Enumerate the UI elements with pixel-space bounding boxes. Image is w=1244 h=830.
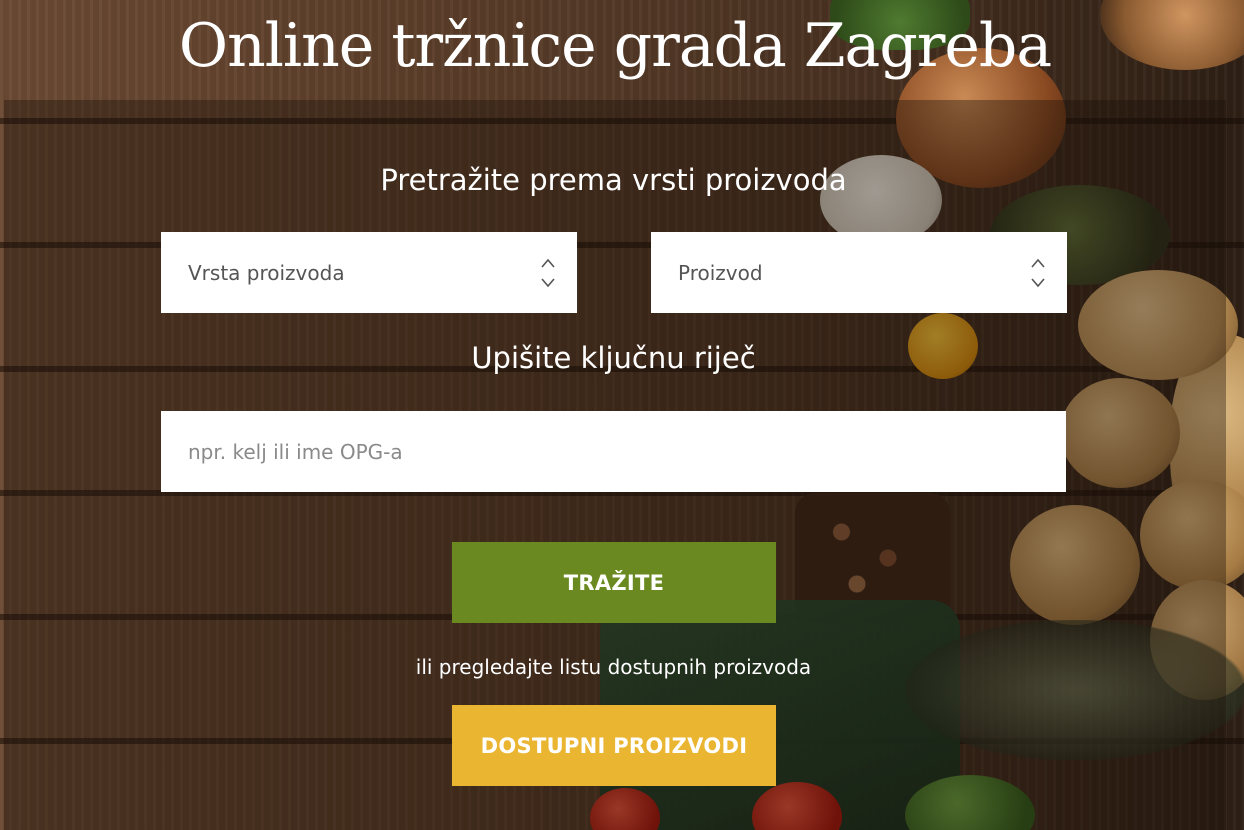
search-by-type-heading: Pretražite prema vrsti proizvoda [380,163,847,197]
updown-chevron-icon [541,258,555,288]
keyword-search-input[interactable] [161,411,1066,492]
browse-list-text: ili pregledajte listu dostupnih proizvod… [415,655,812,679]
product-type-select[interactable]: Vrsta proizvoda [161,232,577,313]
page-title: Online tržnice grada Zagreba [178,11,1052,81]
product-select[interactable]: Proizvod [651,232,1067,313]
product-select-value: Proizvod [678,260,763,285]
updown-chevron-icon [1031,258,1045,288]
available-products-button[interactable]: DOSTUPNI PROIZVODI [452,705,776,786]
search-button[interactable]: TRAŽITE [452,542,776,623]
product-type-select-value: Vrsta proizvoda [188,260,345,285]
keyword-heading: Upišite ključnu riječ [471,341,756,375]
